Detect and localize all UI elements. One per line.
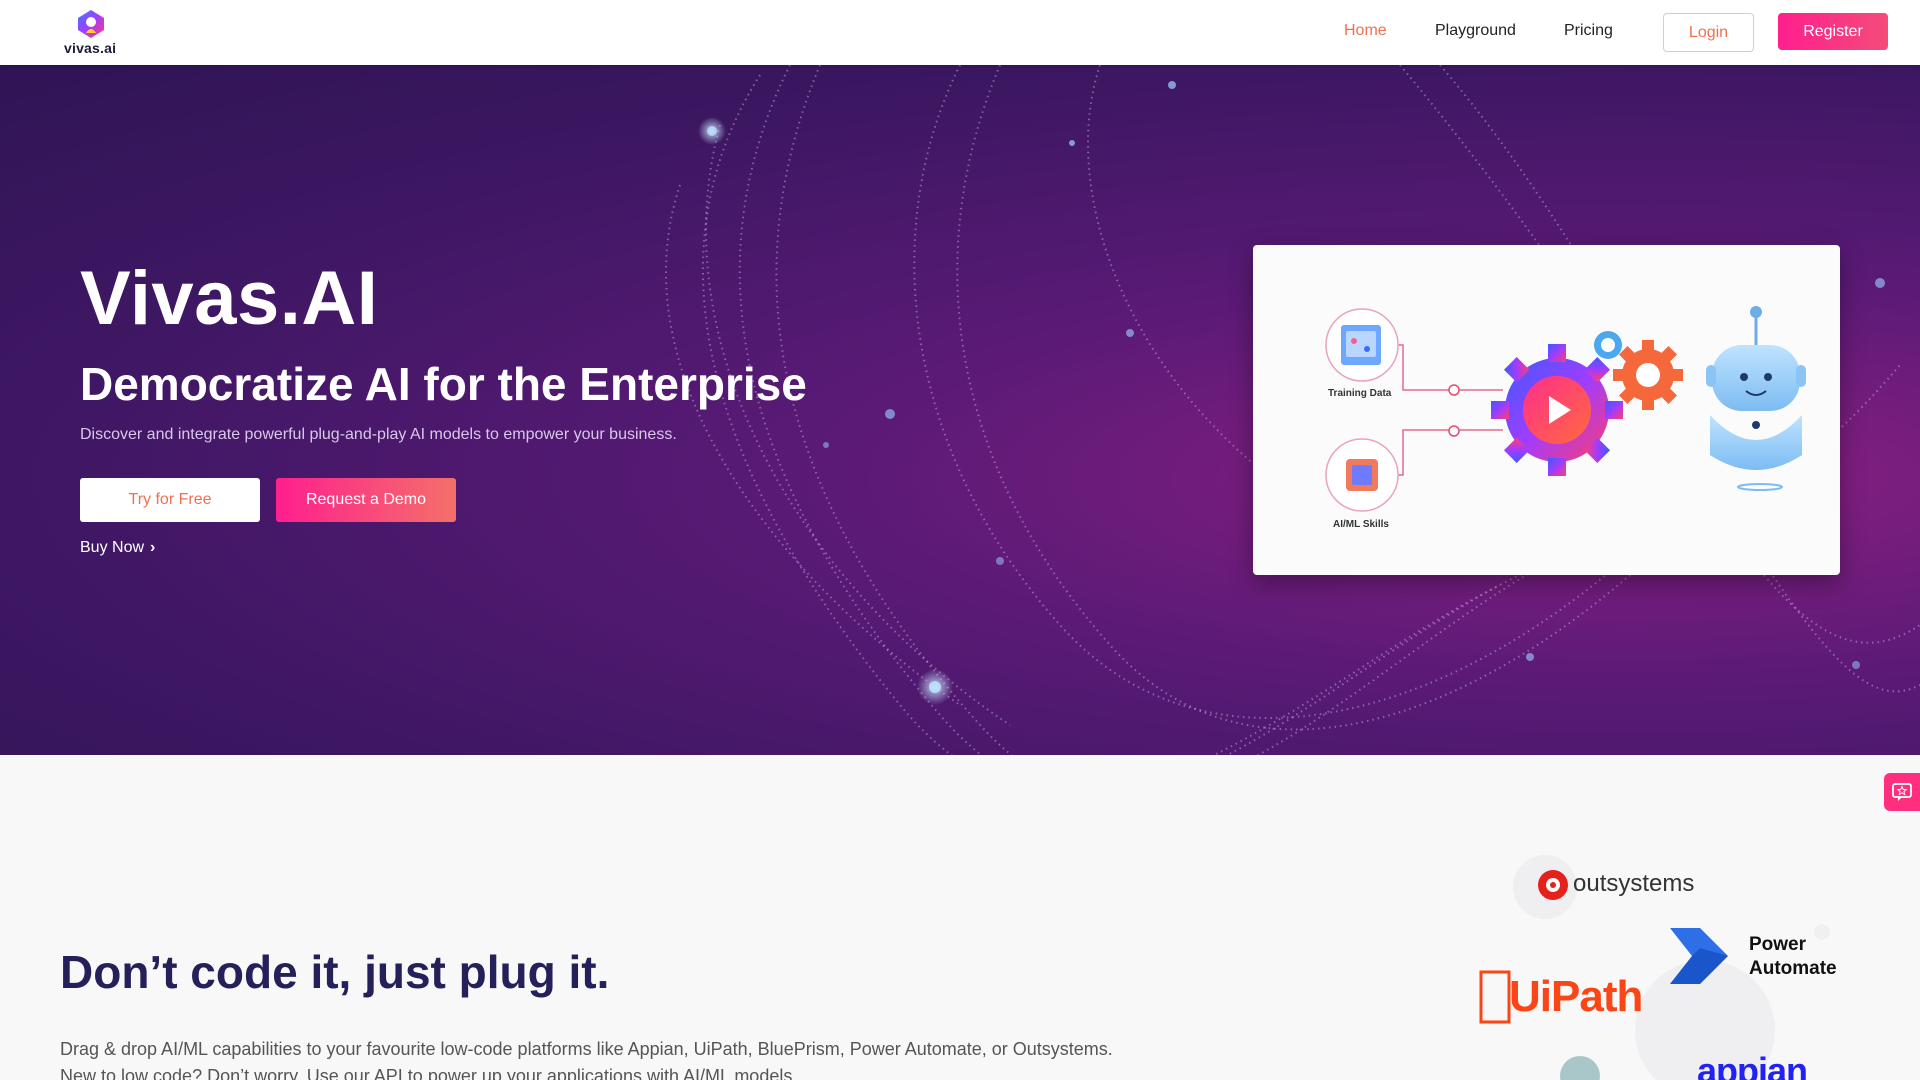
uipath-label: UiPath [1509,972,1643,1021]
partner-logos: outsystems Power Automate UiPath appian [1460,840,1920,1080]
training-data-label: Training Data [1328,388,1392,399]
nav-playground[interactable]: Playground [1435,22,1516,40]
hero-section: Vivas.AI Democratize AI for the Enterpri… [0,65,1920,755]
power-automate-line-2: Automate [1749,958,1837,979]
register-button[interactable]: Register [1778,13,1888,50]
hero-subtitle: Democratize AI for the Enterprise [80,358,807,410]
hero-title: Vivas.AI [80,256,379,341]
vivas-logo[interactable]: vivas.ai [60,9,122,57]
power-automate-line-1: Power [1749,934,1807,955]
feedback-icon [1892,783,1912,801]
navbar: vivas.ai Home Playground Pricing Login R… [0,0,1920,65]
section-description-line-1: Drag & drop AI/ML capabilities to your f… [60,1039,1113,1059]
nav-home[interactable]: Home [1344,22,1387,40]
buy-now-label: Buy Now [80,539,145,556]
request-demo-button[interactable]: Request a Demo [276,478,456,522]
login-button[interactable]: Login [1663,13,1754,52]
chevron-right-icon: › [150,539,156,556]
hero-description: Discover and integrate powerful plug-and… [80,426,677,443]
section-description-line-2: New to low code? Don’t worry. Use our AP… [60,1066,798,1080]
outsystems-label: outsystems [1573,870,1695,897]
nav-pricing[interactable]: Pricing [1564,22,1613,40]
outsystems-logo-icon [1538,870,1568,900]
aiml-skills-label: AI/ML Skills [1333,519,1389,530]
vivas-logo-icon [78,10,104,38]
section-title: Don’t code it, just plug it. [60,946,610,998]
power-automate-label: Power Automate [1749,933,1837,981]
appian-label: appian [1697,1050,1808,1080]
try-for-free-button[interactable]: Try for Free [80,478,260,522]
logo-text: vivas.ai [64,40,117,56]
buy-now-link[interactable]: Buy Now › [80,539,155,557]
intro-video-card[interactable]: Training Data AI/ML Skills [1253,245,1840,575]
feedback-button[interactable] [1884,773,1920,811]
